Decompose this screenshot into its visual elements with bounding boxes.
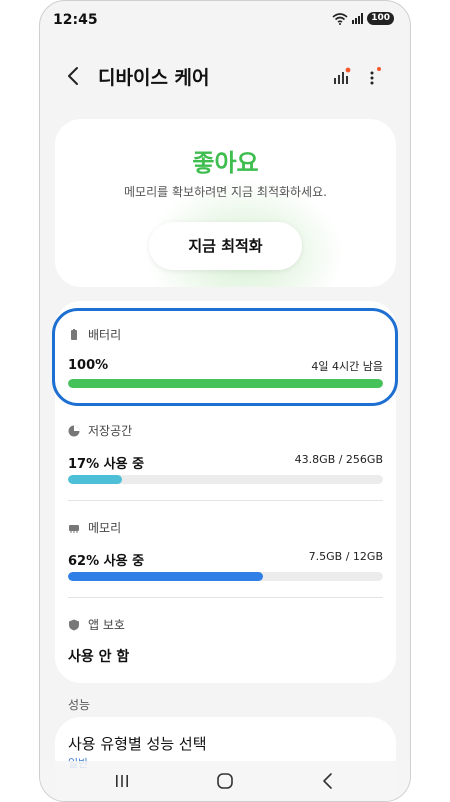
back-arrow-icon[interactable] [64, 65, 84, 87]
page-title: 디바이스 케어 [98, 67, 210, 89]
performance-title: 사용 유형별 성능 선택 [68, 735, 207, 753]
storage-usage: 17% 사용 중 [68, 457, 145, 472]
memory-bar-track [68, 572, 383, 581]
storage-section[interactable]: 저장공간 17% 사용 중 43.8GB / 256GB [55, 401, 396, 501]
back-nav-icon[interactable] [316, 771, 340, 791]
battery-highlight-outline [52, 308, 398, 406]
optimize-now-button[interactable]: 지금 최적화 [149, 222, 302, 270]
status-time: 12:45 [53, 12, 98, 28]
memory-amount: 7.5GB / 12GB [308, 550, 383, 563]
shield-icon [69, 619, 79, 630]
navigation-bar [40, 761, 410, 801]
home-icon[interactable] [213, 771, 237, 791]
wifi-icon [332, 12, 348, 25]
memory-label: 메모리 [88, 521, 122, 535]
recent-apps-icon[interactable] [110, 771, 134, 791]
app-header: 디바이스 케어 [40, 53, 410, 101]
app-protection-header: 앱 보호 [68, 616, 125, 633]
diagnostics-signal-icon[interactable] [333, 67, 351, 85]
device-status-card: 좋아요 메모리를 확보하려면 지금 최적화하세요. 지금 최적화 [55, 119, 396, 287]
memory-chip-icon [69, 524, 79, 533]
memory-header: 메모리 [68, 519, 121, 536]
storage-bar-track [68, 475, 383, 484]
app-protection-value: 사용 안 함 [68, 649, 130, 665]
storage-header: 저장공간 [68, 422, 132, 439]
app-protection-label: 앱 보호 [88, 618, 125, 632]
pie-chart-icon [68, 425, 80, 436]
battery-status-icon: 100 [367, 12, 394, 25]
storage-amount: 43.8GB / 256GB [294, 453, 383, 466]
memory-bar-fill [68, 572, 264, 581]
phone-frame: 12:45 100 디바이스 케어 좋아요 메모리를 확보하려면 지금 최적화하… [39, 0, 411, 802]
app-protection-section[interactable]: 앱 보호 사용 안 함 [55, 598, 396, 683]
memory-usage: 62% 사용 중 [68, 554, 145, 569]
storage-bar-fill [68, 475, 122, 484]
status-description: 메모리를 확보하려면 지금 최적화하세요. [124, 185, 327, 199]
more-options-icon[interactable] [365, 65, 383, 89]
performance-section-label: 성능 [68, 698, 91, 712]
status-bar: 12:45 100 [40, 1, 410, 41]
cell-signal-icon [352, 13, 364, 24]
status-icons: 100 [332, 12, 394, 25]
memory-section[interactable]: 메모리 62% 사용 중 7.5GB / 12GB [55, 501, 396, 599]
status-headline: 좋아요 [192, 149, 259, 177]
storage-label: 저장공간 [88, 424, 133, 438]
